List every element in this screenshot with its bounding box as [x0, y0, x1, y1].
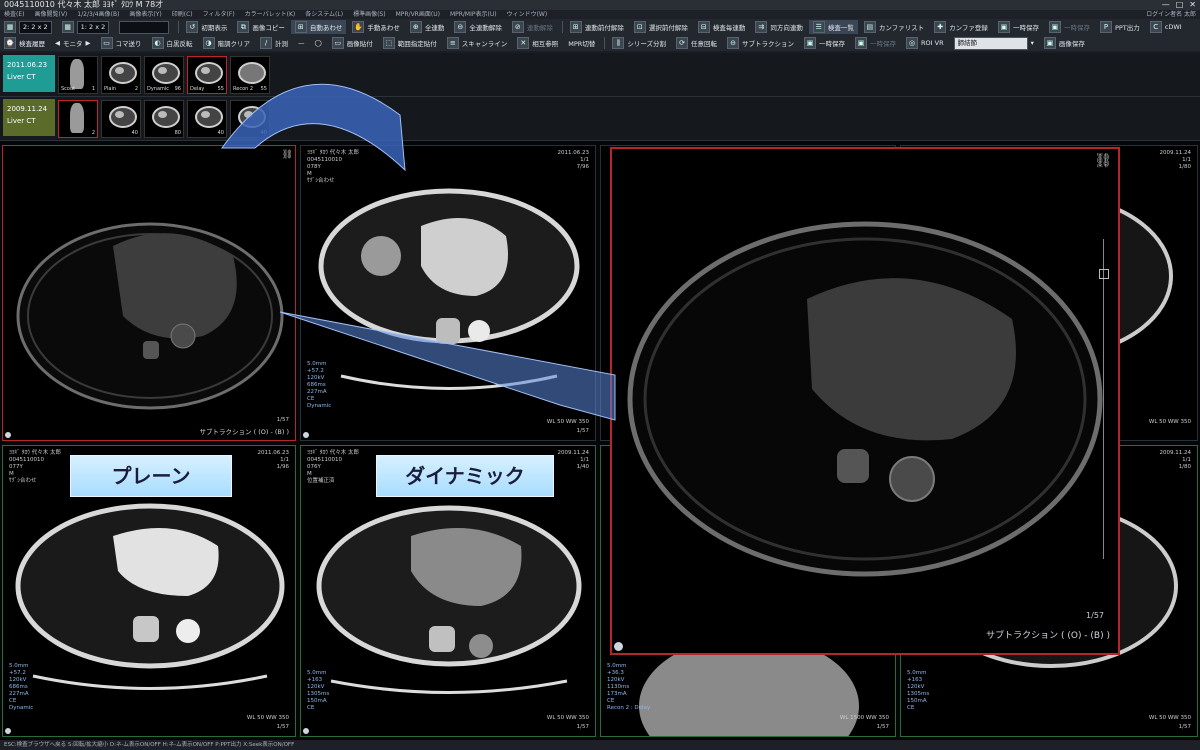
zoom-indicator — [279, 311, 616, 421]
status-text: ESC:検査ブラウザへ戻る S:回転/拡大縮小 D:ネ-ム表示ON/OFF H:… — [4, 742, 295, 748]
label-dynamic: ダイナミック — [376, 455, 554, 497]
status-bar: ESC:検査ブラウザへ戻る S:回転/拡大縮小 D:ネ-ム表示ON/OFF H:… — [0, 740, 1200, 750]
label-plain: プレーン — [70, 455, 232, 497]
annotation-overlay — [221, 83, 616, 421]
curved-arrow — [221, 83, 406, 172]
